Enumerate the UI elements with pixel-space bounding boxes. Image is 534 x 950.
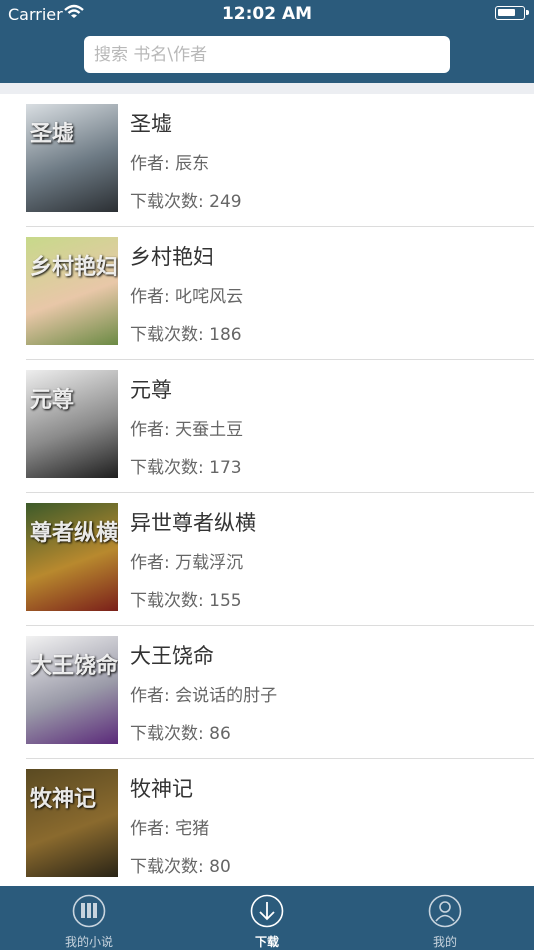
book-title: 异世尊者纵横 xyxy=(130,511,256,535)
book-author: 作者: 叱咤风云 xyxy=(130,287,244,307)
book-download-count: 下载次数: 249 xyxy=(130,192,242,212)
tab-download[interactable]: 下载 xyxy=(178,886,356,950)
book-author: 作者: 辰东 xyxy=(130,154,210,174)
header-bar: Carrier 12:02 AM xyxy=(0,0,534,83)
download-icon xyxy=(250,894,284,928)
book-row[interactable]: 牧神记 牧神记作者: 宅猪下载次数: 80 xyxy=(0,759,534,886)
tab-mine[interactable]: 我的 xyxy=(356,886,534,950)
book-title: 乡村艳妇 xyxy=(130,245,214,269)
book-cover: 圣墟 xyxy=(26,104,118,212)
book-cover-title: 牧神记 xyxy=(30,786,97,812)
book-cover: 元尊 xyxy=(26,370,118,478)
book-author: 作者: 天蚕土豆 xyxy=(130,420,244,440)
status-time: 12:02 AM xyxy=(221,4,313,24)
book-row[interactable]: 乡村艳妇 乡村艳妇 作者: 叱咤风云 下载次数: 186 xyxy=(0,227,534,360)
list-top-gap xyxy=(0,83,534,94)
tab-bar: 我的小说 下载 我的 xyxy=(0,886,534,950)
search-input[interactable] xyxy=(84,36,450,73)
book-author: 作者: 会说话的肘子 xyxy=(130,686,278,706)
book-author: 作者: 万载浮沉 xyxy=(130,553,244,573)
book-download-count: 下载次数: 86 xyxy=(130,724,231,744)
tab-my-novels[interactable]: 我的小说 xyxy=(0,886,178,950)
book-download-count: 下载次数: 173 xyxy=(130,458,242,478)
book-title: 元尊 xyxy=(130,378,172,402)
book-download-count: 下载次数: 186 xyxy=(130,325,242,345)
book-title: 大王饶命 xyxy=(130,644,214,668)
book-download-count: 下载次数: 80 xyxy=(130,857,231,877)
book-cover-title: 乡村艳妇 xyxy=(30,254,118,280)
book-cover: 尊者纵横 xyxy=(26,503,118,611)
book-cover-title: 元尊 xyxy=(30,387,75,413)
tab-mine-label: 我的 xyxy=(432,935,457,949)
book-title: 牧神记 xyxy=(130,777,193,801)
book-row[interactable]: 元尊 元尊作者: 天蚕土豆 下载次数: 173 xyxy=(0,360,534,493)
books-icon xyxy=(72,894,106,928)
book-download-count: 下载次数: 155 xyxy=(130,591,242,611)
book-row[interactable]: 尊者纵横 异世尊者纵横作者: 万载浮沉 下载次数: 155 xyxy=(0,493,534,626)
book-row[interactable]: 大王饶命 大王饶命 作者: 会说话的肘子 下载次数: 86 xyxy=(0,626,534,759)
book-row[interactable]: 圣墟 圣墟作者: 辰东下载次数: 249 xyxy=(0,94,534,227)
book-title: 圣墟 xyxy=(130,112,172,136)
status-bar: Carrier 12:02 AM xyxy=(0,0,534,28)
book-cover: 大王饶命 xyxy=(26,636,118,744)
book-list[interactable]: 圣墟 圣墟 作者: 辰东 下载次数: 249 乡村艳妇 乡村艳妇 作者: 叱咤风云 下载次数:… xyxy=(0,94,534,886)
book-cover: 乡村艳妇 xyxy=(26,237,118,345)
tab-download-label: 下载 xyxy=(254,935,279,949)
book-cover: 牧神记 xyxy=(26,769,118,877)
tab-my-novels-label: 我的小说 xyxy=(64,935,113,949)
user-icon xyxy=(428,894,462,928)
book-cover-title: 尊者纵横 xyxy=(30,520,118,546)
book-author: 作者: 宅猪 xyxy=(130,819,210,839)
book-cover-title: 大王饶命 xyxy=(30,653,118,679)
book-cover-title: 圣墟 xyxy=(30,121,75,147)
battery-icon xyxy=(495,6,529,20)
